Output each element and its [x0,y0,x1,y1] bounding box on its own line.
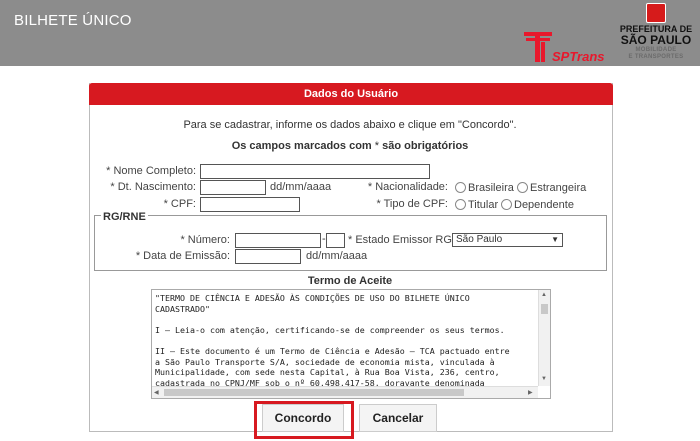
radio-titular-label: Titular [468,199,499,211]
crest-icon [646,3,666,23]
scroll-right-icon[interactable]: ▶ [528,389,533,396]
nacionalidade-label: * Nacionalidade: [367,181,448,193]
required-note-prefix: Os campos marcados com [231,140,372,152]
required-note-suffix: são obrigatórios [382,140,469,152]
pref-line2: SÃO PAULO [620,33,692,47]
terms-text: "TERMO DE CIÊNCIA E ADESÃO ÀS CONDIÇÕES … [155,293,510,388]
app-title: BILHETE ÚNICO [14,12,132,29]
rg-numero-label: * Número: [180,234,230,246]
header-bar: BILHETE ÚNICO SPTrans PREFEITURA DE SÃO … [0,0,700,66]
estado-emissor-value: São Paulo [456,234,503,245]
nascimento-label: * Dt. Nascimento: [110,181,196,193]
required-star: * [374,140,380,152]
scroll-down-icon[interactable]: ▼ [541,376,547,382]
cancelar-button[interactable]: Cancelar [359,404,437,432]
vertical-scroll-thumb[interactable] [541,304,548,314]
intro-text: Para se cadastrar, informe os dados abai… [183,119,517,131]
rg-numero-input[interactable] [235,233,321,248]
emissao-input[interactable] [235,249,301,264]
rg-digito-input[interactable] [326,233,345,248]
pref-line3a: MOBILIDADE [635,47,677,53]
panel-title: Dados do Usuário [89,83,613,105]
radio-brasileira-label: Brasileira [468,182,514,194]
radio-estrangeira[interactable] [517,182,528,193]
terms-vertical-scrollbar[interactable]: ▲ ▼ [538,290,550,386]
pref-line3b: E TRANSPORTES [628,54,684,60]
emissao-label: * Data de Emissão: [135,250,230,262]
horizontal-scroll-thumb[interactable] [164,389,464,396]
sptrans-wordmark: SPTrans [552,49,605,64]
nome-input[interactable] [200,164,430,179]
concordo-button[interactable]: Concordo [262,404,344,432]
radio-brasileira[interactable] [455,182,466,193]
estado-emissor-select[interactable]: São Paulo ▼ [452,233,563,247]
emissao-hint: dd/mm/aaaa [306,250,368,262]
dropdown-arrow-icon: ▼ [551,235,559,244]
terms-horizontal-scrollbar[interactable]: ◀ ▶ [152,386,538,398]
estado-emissor-label: * Estado Emissor RG: [348,234,455,246]
radio-dependente[interactable] [501,199,512,210]
prefeitura-logo: PREFEITURA DE SÃO PAULO MOBILIDADE E TRA… [614,3,698,65]
nascimento-input[interactable] [200,180,266,195]
scroll-up-icon[interactable]: ▲ [541,292,547,298]
terms-title: Termo de Aceite [307,275,393,287]
cpf-input[interactable] [200,197,300,212]
cpf-label: * CPF: [163,198,196,210]
sptrans-t-icon [524,32,552,62]
scroll-left-icon[interactable]: ◀ [154,389,159,396]
radio-titular[interactable] [455,199,466,210]
required-note: Os campos marcados com * são obrigatório… [0,140,700,152]
radio-estrangeira-label: Estrangeira [530,182,587,194]
tipo-cpf-label: * Tipo de CPF: [376,198,448,210]
terms-textarea[interactable]: "TERMO DE CIÊNCIA E ADESÃO ÀS CONDIÇÕES … [151,289,551,399]
rg-legend: RG/RNE [101,211,148,223]
radio-dependente-label: Dependente [514,199,574,211]
nascimento-hint: dd/mm/aaaa [270,181,332,193]
nome-label: * Nome Completo: [106,165,196,177]
